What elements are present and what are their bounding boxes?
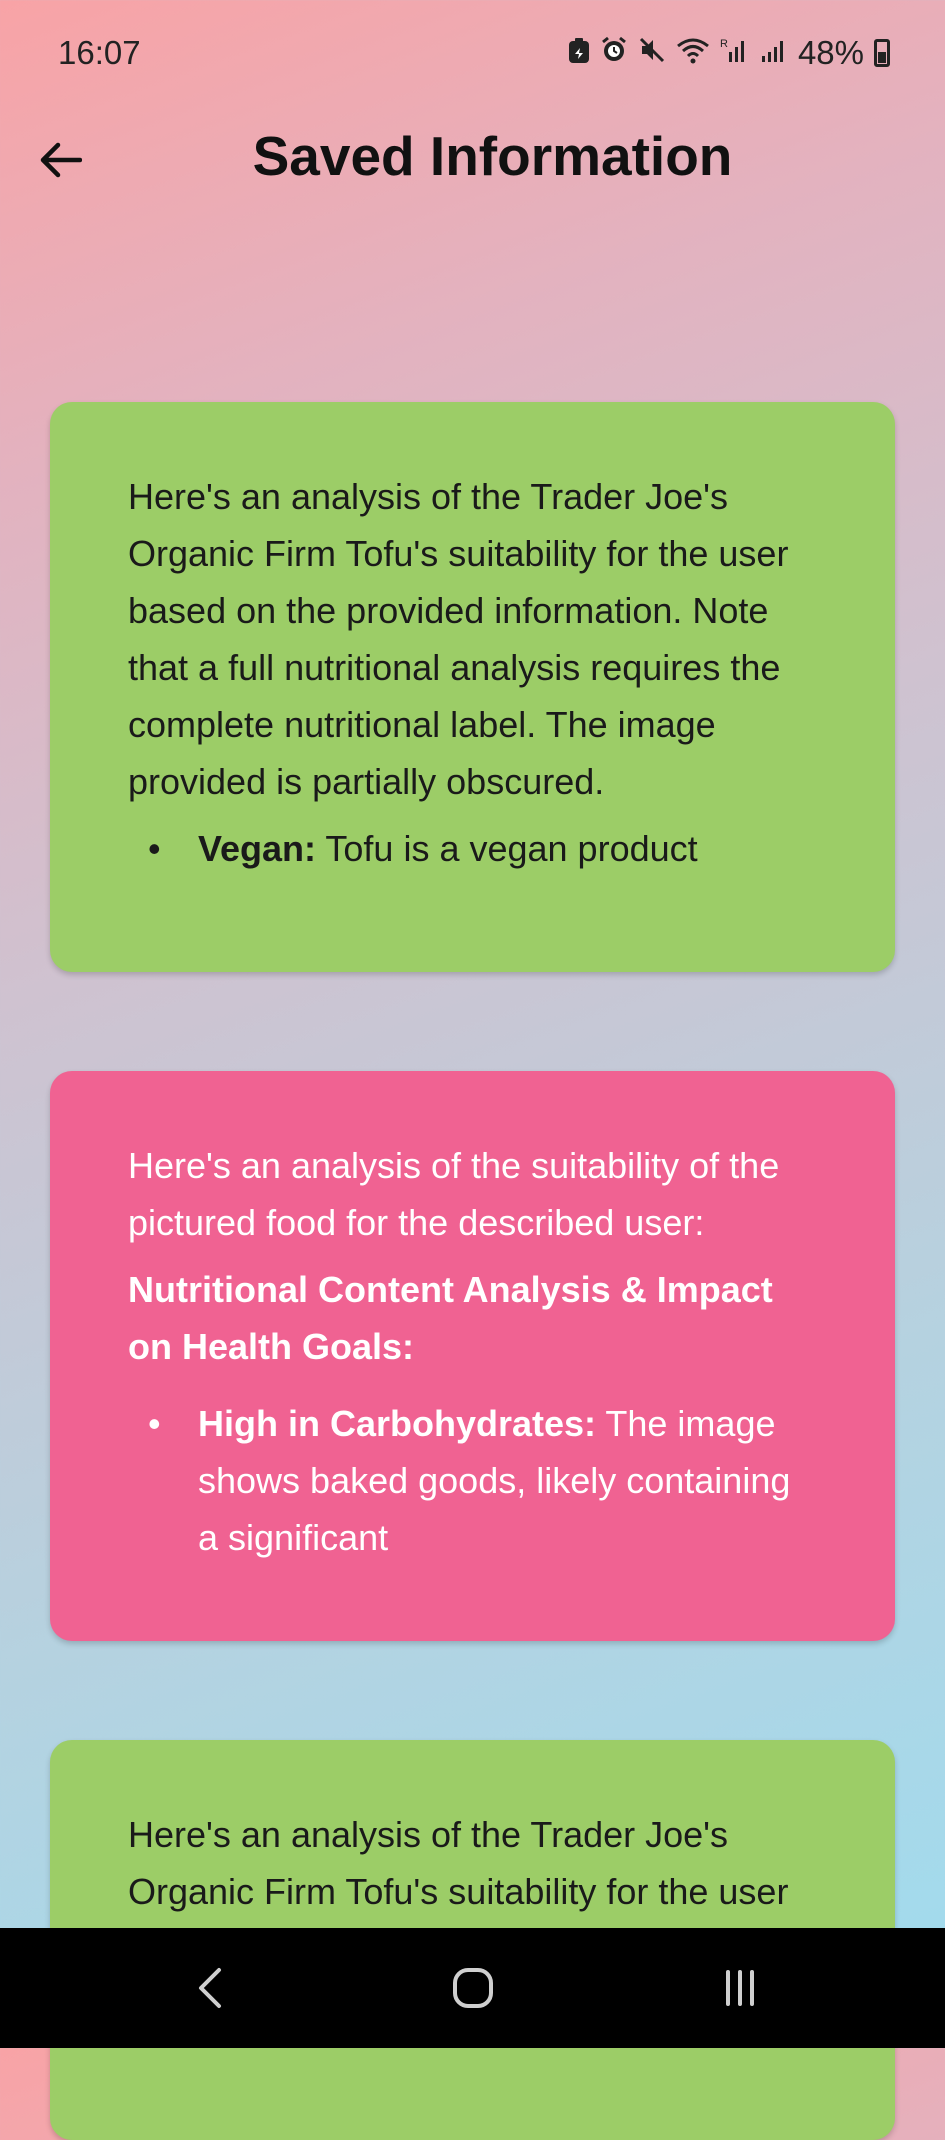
app-notification-icon [568,34,590,72]
bullet-label: Vegan: [198,828,317,869]
card-text: Here's an analysis of the suitability of… [128,1145,780,1243]
card-text: Here's an analysis of the Trader Joe's O… [128,476,789,802]
mute-icon [638,34,666,72]
saved-item-card[interactable]: Here's an analysis of the Trader Joe's O… [50,402,895,972]
chevron-left-icon [199,1968,221,2008]
wifi-icon [676,34,710,72]
svg-text:R: R [720,38,728,50]
nav-recents-button[interactable] [700,1958,780,2018]
nav-back-button[interactable] [170,1958,250,2018]
status-time: 16:07 [58,34,141,71]
signal-icon [760,34,788,72]
alarm-icon [600,34,628,72]
bullet-dot: • [148,828,161,869]
signal-r-icon: R [720,34,750,72]
bullet-label: High in Carbohydrates: [198,1403,597,1444]
saved-item-card[interactable]: Here's an analysis of the suitability of… [50,1071,895,1641]
home-icon [453,1968,493,2008]
system-nav-bar [0,1928,945,2048]
battery-percent: 48% [797,34,864,71]
page-title: Saved Information [252,125,733,187]
bullet-text: Tofu is a vegan product [316,828,698,869]
card-heading: Nutritional Content Analysis & Impact on… [128,1269,773,1367]
nav-home-button[interactable] [433,1958,513,2018]
list-item: • High in Carbohydrates: The image shows… [128,1395,805,1566]
list-item: • Vegan: Tofu is a vegan product [128,820,805,877]
bullet-dot: • [148,1403,161,1444]
status-bar: 16:07 R 48% [0,0,945,110]
battery-icon [874,39,890,67]
app-bar: Saved Information [0,110,945,210]
recents-icon [726,1970,754,2006]
status-icons: R 48% [568,34,890,72]
